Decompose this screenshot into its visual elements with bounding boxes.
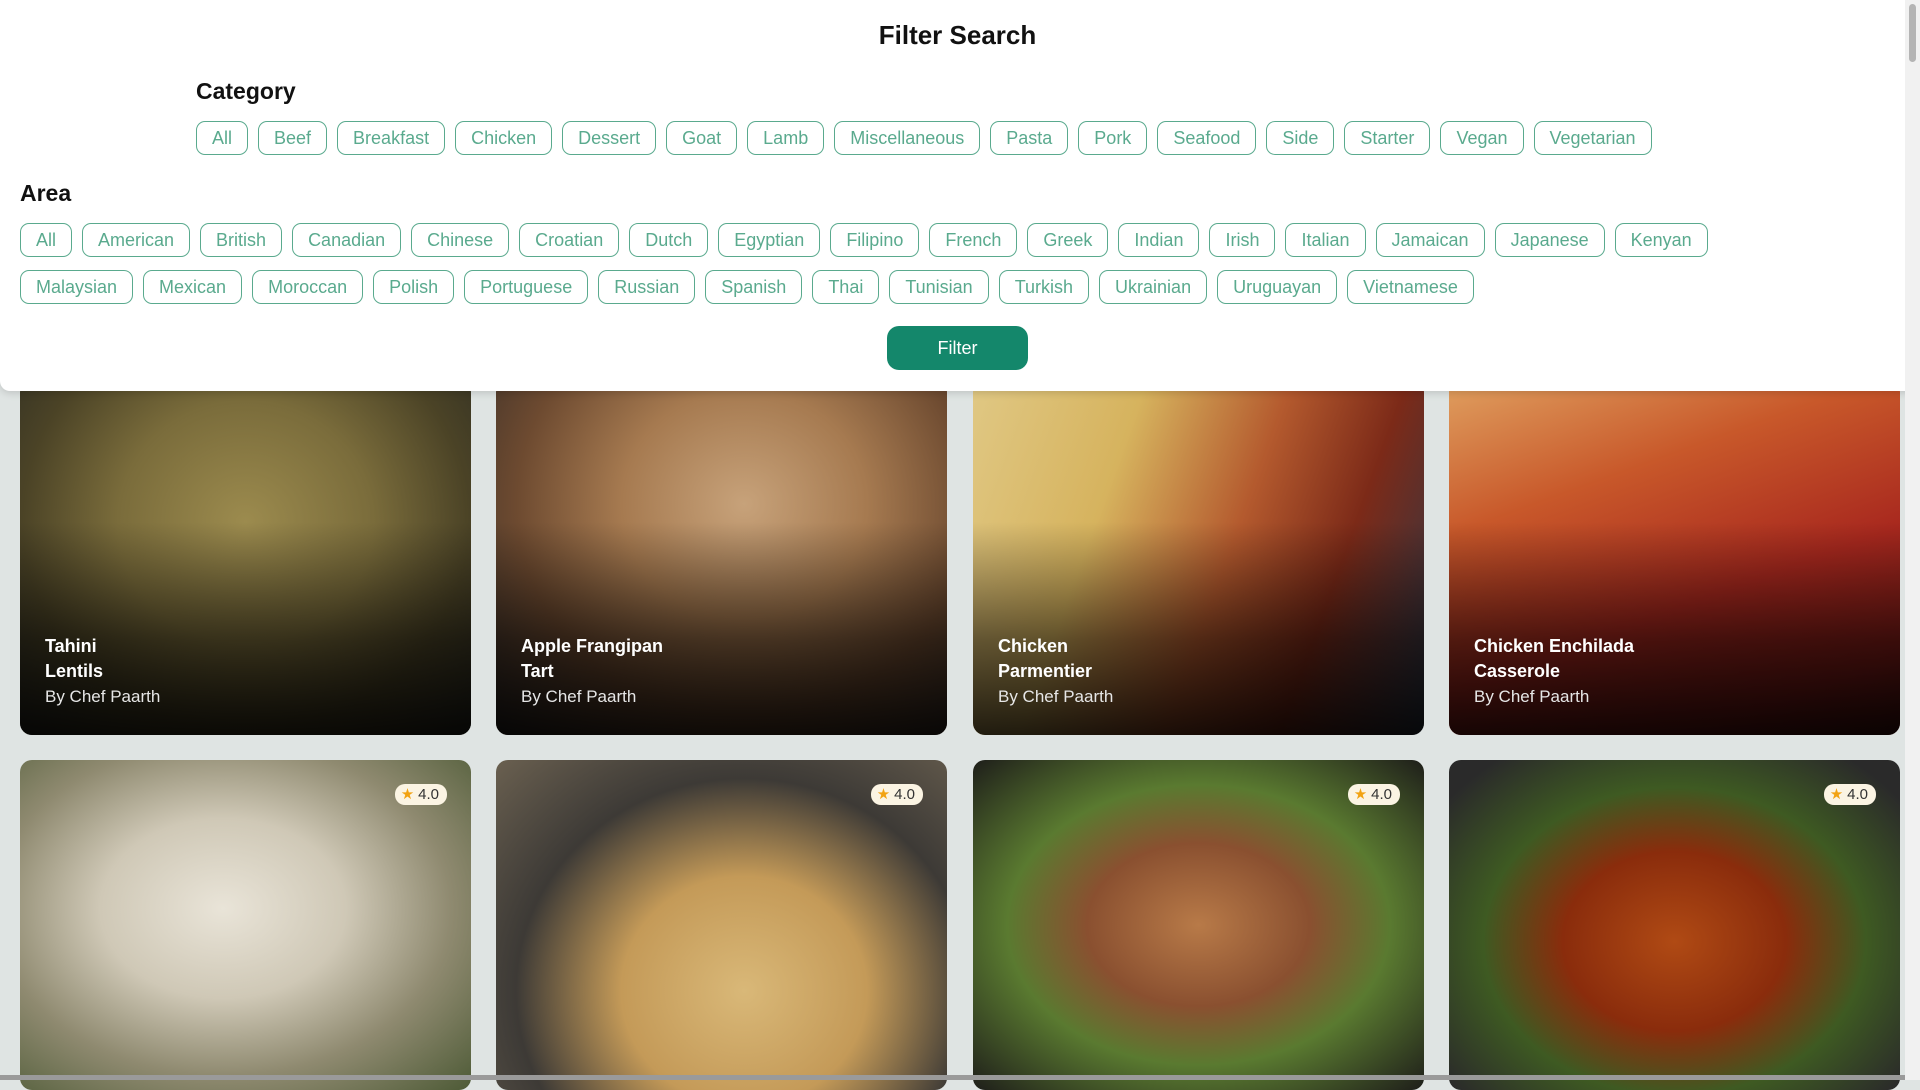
star-icon: ★	[876, 786, 891, 803]
category-chip-dessert[interactable]: Dessert	[562, 121, 657, 155]
category-chip-starter[interactable]: Starter	[1344, 121, 1431, 155]
area-chip-kenyan[interactable]: Kenyan	[1614, 223, 1708, 257]
recipe-name: Apple Frangipan Tart	[521, 636, 664, 681]
star-icon: ★	[1829, 786, 1844, 803]
area-chip-indian[interactable]: Indian	[1118, 223, 1200, 257]
rating-badge: ★ 4.0	[870, 784, 923, 805]
area-chip-american[interactable]: American	[82, 223, 191, 257]
category-chip-seafood[interactable]: Seafood	[1157, 121, 1257, 155]
filter-panel: Filter Search Category All Beef Breakfas…	[0, 0, 1915, 391]
area-chip-british[interactable]: British	[200, 223, 283, 257]
area-chip-turkish[interactable]: Turkish	[998, 270, 1090, 304]
area-chip-all[interactable]: All	[20, 223, 73, 257]
area-chip-moroccan[interactable]: Moroccan	[252, 270, 364, 304]
area-label: Area	[20, 180, 72, 206]
category-chip-goat[interactable]: Goat	[666, 121, 738, 155]
recipe-card[interactable]: Chicken Parmentier By Chef Paarth	[973, 380, 1424, 735]
area-chip-malaysian[interactable]: Malaysian	[20, 270, 134, 304]
filter-button[interactable]: Filter	[887, 326, 1028, 370]
category-chip-breakfast[interactable]: Breakfast	[337, 121, 446, 155]
area-chip-polish[interactable]: Polish	[373, 270, 455, 304]
recipe-card[interactable]: Chicken Enchilada Casserole By Chef Paar…	[1449, 380, 1900, 735]
area-chip-croatian[interactable]: Croatian	[519, 223, 620, 257]
recipe-name: Chicken Parmentier	[998, 636, 1093, 681]
category-chip-side[interactable]: Side	[1266, 121, 1335, 155]
recipe-chef: By Chef Paarth	[521, 687, 637, 706]
area-chip-filipino[interactable]: Filipino	[830, 223, 920, 257]
recipe-card[interactable]: ★ 4.0	[496, 760, 947, 1090]
recipe-card[interactable]: Tahini Lentils By Chef Paarth	[20, 380, 471, 735]
star-icon: ★	[400, 786, 415, 803]
recipe-name: Tahini Lentils	[45, 636, 104, 681]
area-chip-egyptian[interactable]: Egyptian	[718, 223, 821, 257]
area-chip-thai[interactable]: Thai	[812, 270, 880, 304]
category-chip-vegetarian[interactable]: Vegetarian	[1533, 121, 1652, 155]
recipe-card[interactable]: ★ 4.0	[973, 760, 1424, 1090]
area-chip-uruguayan[interactable]: Uruguayan	[1217, 270, 1338, 304]
area-chip-french[interactable]: French	[929, 223, 1018, 257]
recipe-photo	[1449, 760, 1900, 1090]
area-chip-canadian[interactable]: Canadian	[292, 223, 402, 257]
category-chips: All Beef Breakfast Chicken Dessert Goat …	[196, 121, 1652, 155]
category-chip-miscellaneous[interactable]: Miscellaneous	[834, 121, 981, 155]
area-chip-ukrainian[interactable]: Ukrainian	[1099, 270, 1208, 304]
category-chip-pasta[interactable]: Pasta	[990, 121, 1069, 155]
area-chip-tunisian[interactable]: Tunisian	[889, 270, 989, 304]
category-chip-chicken[interactable]: Chicken	[455, 121, 553, 155]
area-chips-row-1: All American British Canadian Chinese Cr…	[20, 223, 1708, 257]
category-chip-lamb[interactable]: Lamb	[747, 121, 825, 155]
area-chip-greek[interactable]: Greek	[1027, 223, 1109, 257]
area-chip-italian[interactable]: Italian	[1285, 223, 1366, 257]
category-chip-all[interactable]: All	[196, 121, 249, 155]
star-icon: ★	[1353, 786, 1368, 803]
recipe-chef: By Chef Paarth	[1474, 687, 1590, 706]
category-label: Category	[196, 78, 296, 104]
area-chip-vietnamese[interactable]: Vietnamese	[1347, 270, 1474, 304]
horizontal-scrollbar[interactable]	[0, 1075, 1905, 1080]
area-chip-portuguese[interactable]: Portuguese	[464, 270, 589, 304]
rating-badge: ★ 4.0	[394, 784, 447, 805]
recipe-chef: By Chef Paarth	[45, 687, 161, 706]
area-chip-mexican[interactable]: Mexican	[143, 270, 243, 304]
category-chip-pork[interactable]: Pork	[1078, 121, 1148, 155]
scrollbar-thumb[interactable]	[1909, 4, 1916, 62]
area-chip-spanish[interactable]: Spanish	[705, 270, 803, 304]
recipe-chef: By Chef Paarth	[998, 687, 1114, 706]
recipe-card[interactable]: Apple Frangipan Tart By Chef Paarth	[496, 380, 947, 735]
category-chip-beef[interactable]: Beef	[258, 121, 328, 155]
category-chip-vegan[interactable]: Vegan	[1440, 121, 1524, 155]
vertical-scrollbar[interactable]	[1905, 0, 1920, 1080]
area-chips-row-2: Malaysian Mexican Moroccan Polish Portug…	[20, 270, 1474, 304]
recipe-card[interactable]: ★ 4.0	[20, 760, 471, 1090]
filter-title: Filter Search	[878, 20, 1037, 50]
recipe-name: Chicken Enchilada Casserole	[1474, 636, 1635, 681]
area-chip-russian[interactable]: Russian	[598, 270, 696, 304]
area-chip-dutch[interactable]: Dutch	[629, 223, 709, 257]
recipe-photo	[20, 760, 471, 1090]
recipe-photo	[496, 760, 947, 1090]
area-chip-japanese[interactable]: Japanese	[1494, 223, 1605, 257]
recipe-photo	[973, 760, 1424, 1090]
rating-badge: ★ 4.0	[1823, 784, 1876, 805]
recipe-card[interactable]: ★ 4.0	[1449, 760, 1900, 1090]
area-chip-irish[interactable]: Irish	[1209, 223, 1276, 257]
area-chip-jamaican[interactable]: Jamaican	[1375, 223, 1485, 257]
rating-badge: ★ 4.0	[1347, 784, 1400, 805]
area-chip-chinese[interactable]: Chinese	[411, 223, 510, 257]
